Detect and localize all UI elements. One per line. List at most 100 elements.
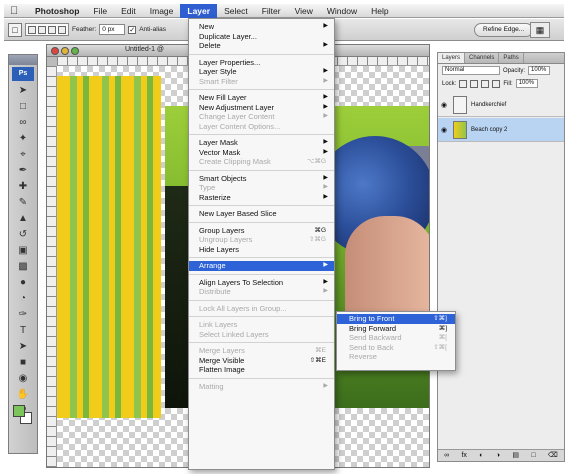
marquee-tool-icon[interactable]: □: [12, 99, 34, 114]
menu-item-layer-properties[interactable]: Layer Properties...: [189, 58, 334, 68]
lock-position-icon[interactable]: [481, 79, 490, 88]
menu-view[interactable]: View: [288, 4, 320, 18]
new-group-icon[interactable]: ▤: [512, 450, 519, 461]
blur-tool-icon[interactable]: ●: [12, 275, 34, 290]
menu-item-duplicate-layer[interactable]: Duplicate Layer...: [189, 32, 334, 42]
menu-item-new-adjustment-layer[interactable]: New Adjustment Layer ▶: [189, 103, 334, 113]
menu-item-layer-style[interactable]: Layer Style ▶: [189, 67, 334, 77]
menu-item-hide-layers[interactable]: Hide Layers: [189, 245, 334, 255]
quick-select-tool-icon[interactable]: ✦: [12, 131, 34, 146]
arrange-item-bring-forward[interactable]: Bring Forward ⌘]: [337, 324, 455, 334]
new-layer-icon[interactable]: □: [531, 450, 535, 461]
link-layers-icon[interactable]: ∞: [444, 450, 449, 461]
intersect-selection-icon[interactable]: [58, 25, 66, 34]
shape-tool-icon[interactable]: ■: [12, 355, 34, 370]
menu-filter[interactable]: Filter: [255, 4, 288, 18]
dodge-tool-icon[interactable]: ◔: [12, 291, 34, 306]
menu-select[interactable]: Select: [217, 4, 255, 18]
menu-item-label: Layer Mask: [199, 138, 238, 147]
lock-pixels-icon[interactable]: [470, 79, 479, 88]
menu-layer[interactable]: Layer: [180, 3, 218, 18]
submenu-arrow-icon: ▶: [323, 94, 328, 100]
menu-shortcut: ⇧⌘G: [308, 236, 326, 243]
add-mask-icon[interactable]: ◐: [479, 450, 483, 461]
menu-item-rasterize[interactable]: Rasterize ▶: [189, 193, 334, 203]
tools-panel-header[interactable]: [9, 55, 37, 65]
menu-item-new[interactable]: New ▶: [189, 22, 334, 32]
menu-item-vector-mask[interactable]: Vector Mask ▶: [189, 148, 334, 158]
zoom-window-icon[interactable]: [71, 47, 79, 55]
new-selection-icon[interactable]: [28, 25, 36, 34]
apple-icon[interactable]: : [10, 5, 20, 17]
layers-panel: Layers Channels Paths Normal Opacity: 10…: [437, 52, 565, 462]
subtract-selection-icon[interactable]: [48, 25, 56, 34]
menu-window[interactable]: Window: [320, 4, 364, 18]
menu-item-align-layers-to-selection[interactable]: Align Layers To Selection ▶: [189, 278, 334, 288]
adjustment-layer-icon[interactable]: ◑: [496, 450, 500, 461]
tab-paths[interactable]: Paths: [499, 53, 524, 63]
feather-field[interactable]: 0 px: [99, 24, 126, 35]
eraser-tool-icon[interactable]: ▣: [12, 243, 34, 258]
fx-icon[interactable]: fx: [461, 450, 466, 461]
opacity-field[interactable]: 100%: [528, 66, 551, 75]
refine-edge-button[interactable]: Refine Edge...: [474, 23, 534, 37]
menu-file[interactable]: File: [86, 4, 114, 18]
submenu-arrow-icon: ▶: [323, 278, 328, 285]
minimize-window-icon[interactable]: [61, 47, 69, 55]
lock-transparent-icon[interactable]: [459, 79, 468, 88]
add-selection-icon[interactable]: [38, 25, 46, 34]
menu-item-new-fill-layer[interactable]: New Fill Layer ▶: [189, 93, 334, 103]
menu-image[interactable]: Image: [143, 4, 181, 18]
menu-item-group-layers[interactable]: Group Layers ⌘G: [189, 226, 334, 236]
hand-tool-icon[interactable]: ✋: [12, 387, 34, 402]
3d-tool-icon[interactable]: ◉: [12, 371, 34, 386]
menu-item-ungroup-layers: Ungroup Layers ⇧⌘G: [189, 235, 334, 245]
type-tool-icon[interactable]: T: [12, 323, 34, 338]
path-select-tool-icon[interactable]: ➤: [12, 339, 34, 354]
visibility-eye-icon[interactable]: ◉: [441, 101, 449, 109]
selection-mode-group: [25, 23, 69, 36]
clone-stamp-tool-icon[interactable]: ▲: [12, 211, 34, 226]
fill-field[interactable]: 100%: [515, 79, 538, 88]
opacity-label: Opacity:: [503, 67, 526, 74]
lasso-tool-icon[interactable]: ∞: [12, 115, 34, 130]
tab-layers[interactable]: Layers: [438, 53, 466, 63]
menu-item-label: Hide Layers: [199, 244, 240, 254]
menu-item-arrange[interactable]: Arrange ▶: [189, 261, 334, 271]
workspace-icon[interactable]: ▦: [530, 22, 550, 38]
brush-tool-icon[interactable]: ✎: [12, 195, 34, 210]
menu-item-layer-mask[interactable]: Layer Mask ▶: [189, 138, 334, 148]
menu-item-flatten-image[interactable]: Flatten Image: [189, 365, 334, 375]
crop-tool-icon[interactable]: ⌖: [12, 147, 34, 162]
menu-item-merge-visible[interactable]: Merge Visible ⇧⌘E: [189, 356, 334, 366]
visibility-eye-icon[interactable]: ◉: [441, 126, 449, 134]
marquee-tool-preset-icon[interactable]: □: [8, 22, 22, 37]
history-brush-tool-icon[interactable]: ↺: [12, 227, 34, 242]
move-tool-icon[interactable]: ➤: [12, 83, 34, 98]
menu-item-label: Smart Filter: [199, 76, 238, 86]
submenu-arrow-icon: ▶: [323, 382, 328, 389]
gradient-tool-icon[interactable]: ▩: [12, 259, 34, 274]
menu-item-label: Bring Forward: [349, 323, 397, 333]
layer-row-selected[interactable]: ◉ Beach copy 2: [438, 118, 564, 142]
menu-edit[interactable]: Edit: [114, 4, 143, 18]
menu-item-smart-objects[interactable]: Smart Objects ▶: [189, 174, 334, 184]
healing-tool-icon[interactable]: ✚: [12, 179, 34, 194]
foreground-color-swatch[interactable]: [13, 405, 25, 417]
menu-photoshop[interactable]: Photoshop: [28, 4, 86, 18]
menu-help[interactable]: Help: [364, 4, 395, 18]
blend-mode-select[interactable]: Normal: [442, 66, 500, 75]
arrange-item-bring-to-front[interactable]: Bring to Front ⇧⌘]: [337, 314, 455, 324]
menu-item-delete[interactable]: Delete ▶: [189, 41, 334, 51]
close-window-icon[interactable]: [51, 47, 59, 55]
menu-item-smart-filter: Smart Filter ▶: [189, 77, 334, 87]
layer-row[interactable]: ◉ Handkerchief: [438, 93, 564, 117]
trash-icon[interactable]: ⌫: [548, 450, 558, 461]
lock-all-icon[interactable]: [492, 79, 501, 88]
antialias-checkbox[interactable]: ✓: [128, 25, 137, 34]
tab-channels[interactable]: Channels: [465, 53, 500, 63]
menu-item-new-layer-based-slice[interactable]: New Layer Based Slice: [189, 209, 334, 219]
menu-item-label: Duplicate Layer...: [199, 31, 257, 41]
pen-tool-icon[interactable]: ✑: [12, 307, 34, 322]
eyedropper-tool-icon[interactable]: ✒: [12, 163, 34, 178]
